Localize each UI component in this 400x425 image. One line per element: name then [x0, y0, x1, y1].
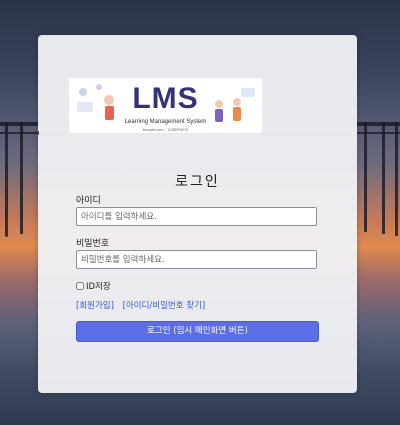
remember-id: ID저장 [76, 280, 111, 292]
logo-url: freepik.com · 123RF9876 [142, 127, 189, 132]
password-input[interactable] [76, 250, 317, 269]
login-button[interactable]: 로그인 (임시 메인화면 버튼) [76, 321, 319, 342]
signup-link[interactable]: [회원가입] [76, 301, 114, 311]
account-links: [회원가입] [아이디/비밀번호 찾기] [76, 299, 211, 311]
remember-id-checkbox[interactable] [76, 282, 84, 290]
lms-logo: LMS Learning Management System freepik.c… [69, 78, 262, 133]
login-card: LMS Learning Management System freepik.c… [38, 35, 357, 393]
id-input[interactable] [76, 207, 317, 226]
find-account-link[interactable]: [아이디/비밀번호 찾기] [123, 301, 206, 311]
logo-subtitle: Learning Management System [124, 119, 207, 125]
password-label: 비밀번호 [76, 239, 110, 249]
remember-id-label: ID저장 [86, 282, 111, 292]
logo-edge-mark [38, 131, 39, 135]
id-label: 아이디 [76, 196, 101, 206]
logo-title: LMS [132, 82, 199, 115]
login-title: 로그인 [175, 174, 220, 190]
